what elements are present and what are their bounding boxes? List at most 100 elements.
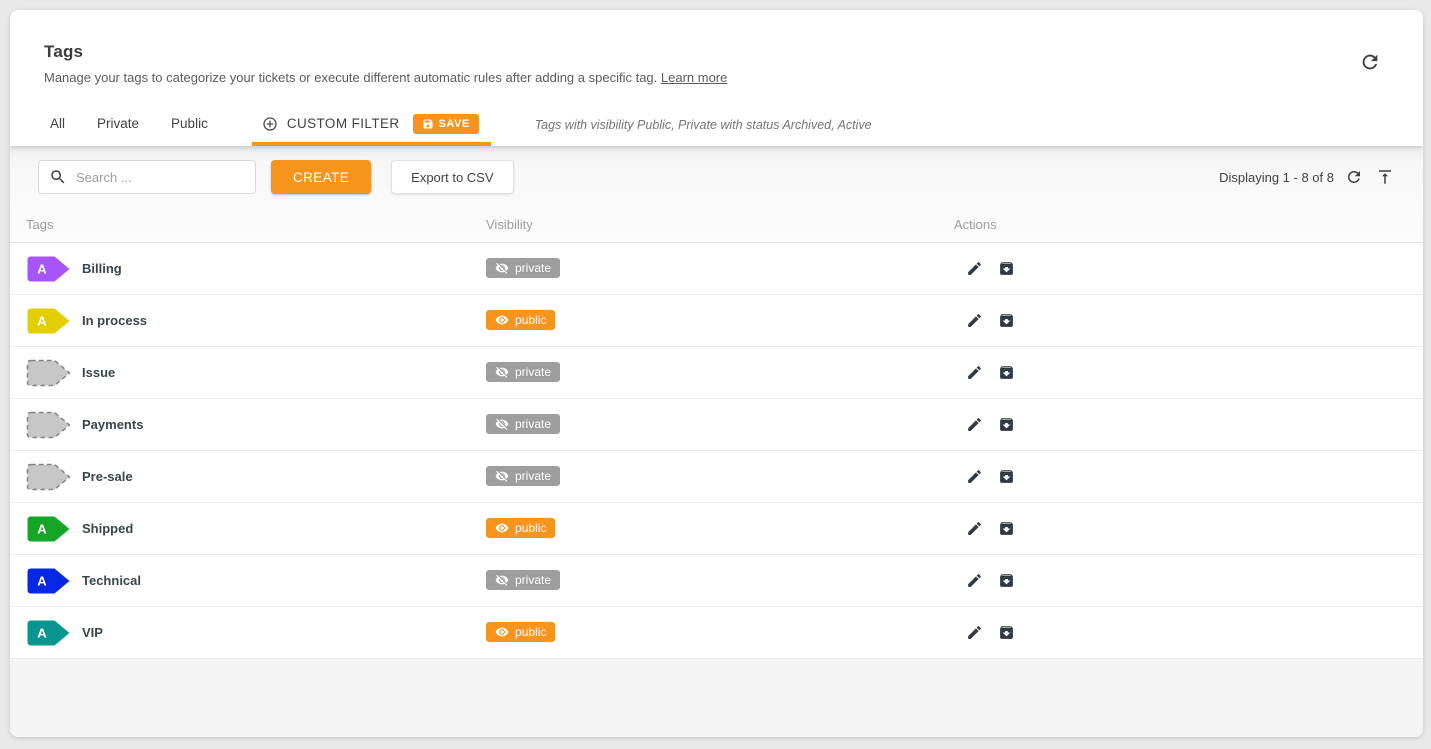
tag-chip: A	[27, 568, 70, 593]
displaying-count: Displaying 1 - 8 of 8	[1219, 169, 1334, 185]
visibility-cell: private	[486, 361, 954, 384]
scroll-top-icon	[1376, 168, 1394, 186]
save-filter-button[interactable]: SAVE	[412, 113, 479, 134]
tag-name: Payments	[82, 417, 144, 432]
tag-cell: Payments	[26, 411, 486, 439]
table-row: A Technical private	[10, 555, 1423, 607]
edit-tag-button[interactable]	[966, 259, 985, 278]
edit-tag-button[interactable]	[966, 363, 985, 382]
column-header-actions: Actions	[954, 216, 997, 232]
archive-icon	[998, 624, 1015, 641]
create-tag-button[interactable]: CREATE	[271, 160, 372, 194]
tag-name: In process	[82, 313, 148, 328]
scroll-to-top-button[interactable]	[1376, 167, 1396, 187]
pencil-icon	[966, 260, 983, 277]
tag-chip: A	[27, 620, 70, 645]
visibility-cell: public	[486, 621, 954, 644]
svg-text:A: A	[37, 521, 47, 536]
search-input[interactable]	[76, 169, 255, 185]
eye-icon	[495, 625, 509, 639]
column-header-tags: Tags	[26, 216, 54, 232]
archive-icon	[998, 312, 1015, 329]
custom-filter-description: Tags with visibility Public, Private wit…	[534, 117, 872, 132]
learn-more-link[interactable]: Learn more	[661, 70, 727, 85]
save-filter-label: SAVE	[438, 117, 470, 130]
actions-cell	[954, 363, 1423, 382]
page-description-text: Manage your tags to categorize your tick…	[44, 70, 658, 85]
toolbar: CREATE Export to CSV Displaying 1 - 8 of…	[10, 146, 1423, 206]
visibility-cell: private	[486, 465, 954, 488]
visibility-badge-label: private	[515, 260, 552, 275]
edit-tag-button[interactable]	[966, 311, 985, 330]
visibility-badge: public	[486, 621, 556, 642]
export-csv-button[interactable]: Export to CSV	[391, 160, 514, 194]
edit-tag-button[interactable]	[966, 415, 985, 434]
visibility-badge: private	[486, 569, 561, 590]
tag-cell: Issue	[26, 359, 486, 387]
edit-tag-button[interactable]	[966, 623, 985, 642]
actions-cell	[954, 415, 1423, 434]
tag-cell: A Technical	[26, 567, 486, 595]
actions-cell	[954, 571, 1423, 590]
pencil-icon	[966, 312, 983, 329]
tag-cell: Pre-sale	[26, 463, 486, 491]
archive-tag-button[interactable]	[998, 519, 1017, 538]
svg-text:A: A	[37, 261, 47, 276]
search-box	[38, 160, 256, 194]
edit-tag-button[interactable]	[966, 571, 985, 590]
tag-name: Technical	[82, 573, 142, 588]
tab-custom-filter[interactable]: CUSTOM FILTER SAVE	[251, 109, 491, 146]
refresh-page-button[interactable]	[1359, 50, 1383, 74]
tag-chip	[26, 359, 71, 386]
archive-icon	[998, 364, 1015, 381]
archive-tag-button[interactable]	[998, 571, 1017, 590]
page-title: Tags	[44, 42, 84, 61]
tab-custom-filter-label: CUSTOM FILTER	[286, 116, 400, 131]
card-header-section: Tags Manage your tags to categorize your…	[10, 10, 1423, 146]
eye-off-icon	[495, 365, 509, 379]
card-footer-filler	[10, 659, 1423, 737]
table-body: A Billing private A In process public Is…	[10, 243, 1423, 659]
page-description: Manage your tags to categorize your tick…	[44, 70, 1385, 85]
visibility-badge: private	[486, 413, 561, 434]
table-row: A In process public	[10, 295, 1423, 347]
pencil-icon	[966, 624, 983, 641]
tag-chip: A	[27, 308, 70, 333]
refresh-icon	[1359, 51, 1381, 73]
archive-icon	[998, 416, 1015, 433]
archive-tag-button[interactable]	[998, 259, 1017, 278]
refresh-list-button[interactable]	[1345, 167, 1365, 187]
svg-text:A: A	[37, 573, 47, 588]
table-row: Issue private	[10, 347, 1423, 399]
tab-all[interactable]: All	[48, 109, 67, 146]
column-header-visibility: Visibility	[486, 216, 533, 232]
tag-cell: A VIP	[26, 619, 486, 647]
visibility-cell: private	[486, 257, 954, 280]
visibility-badge-label: private	[515, 364, 552, 379]
pencil-icon	[966, 468, 983, 485]
archive-tag-button[interactable]	[998, 311, 1017, 330]
archive-tag-button[interactable]	[998, 363, 1017, 382]
visibility-badge: private	[486, 465, 561, 486]
archive-tag-button[interactable]	[998, 467, 1017, 486]
tab-public[interactable]: Public	[169, 109, 210, 146]
table-header: Tags Visibility Actions	[10, 206, 1423, 243]
visibility-badge-label: private	[515, 468, 552, 483]
tag-name: Issue	[82, 365, 116, 380]
tab-private[interactable]: Private	[95, 109, 141, 146]
edit-tag-button[interactable]	[966, 467, 985, 486]
edit-tag-button[interactable]	[966, 519, 985, 538]
archive-icon	[998, 260, 1015, 277]
archive-icon	[998, 468, 1015, 485]
tabs-bar: All Private Public CUSTOM FILTER SAVE Ta…	[10, 109, 1423, 146]
tag-cell: A In process	[26, 307, 486, 335]
eye-icon	[495, 313, 509, 327]
archive-tag-button[interactable]	[998, 623, 1017, 642]
refresh-icon	[1345, 168, 1363, 186]
tag-chip	[26, 463, 71, 490]
eye-off-icon	[495, 573, 509, 587]
tag-name: VIP	[82, 625, 103, 640]
visibility-cell: private	[486, 569, 954, 592]
tag-chip: A	[27, 256, 70, 281]
archive-tag-button[interactable]	[998, 415, 1017, 434]
